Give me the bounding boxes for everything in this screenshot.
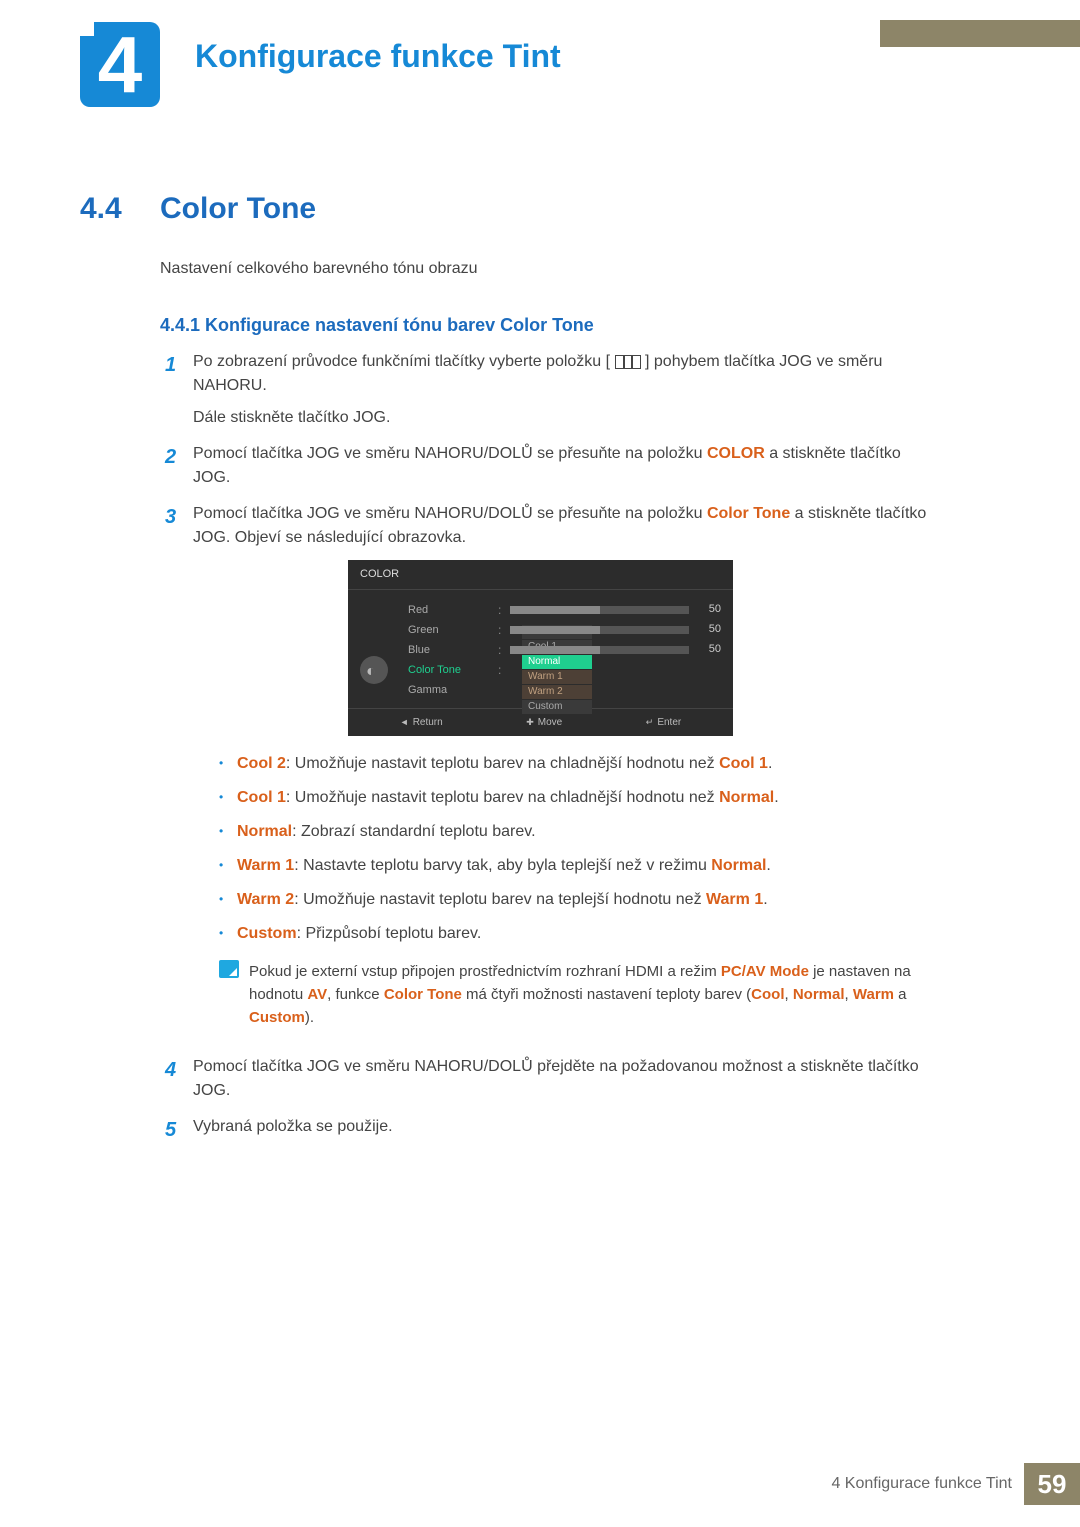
text: , bbox=[845, 986, 853, 1003]
step-body: Pomocí tlačítka JOG ve směru NAHORU/DOLŮ… bbox=[193, 1055, 935, 1103]
highlight: Normal bbox=[711, 857, 766, 874]
osd-option: Warm 2 bbox=[522, 685, 592, 699]
text: . bbox=[766, 857, 770, 874]
text: a bbox=[894, 986, 907, 1003]
section-title: Color Tone bbox=[160, 192, 316, 226]
palette-icon bbox=[360, 656, 388, 684]
text: : Přizpůsobí teplotu barev. bbox=[297, 925, 482, 942]
text: : Umožňuje nastavit teplotu barev na chl… bbox=[286, 789, 719, 806]
osd-label: Blue bbox=[408, 640, 498, 660]
chapter-title: Konfigurace funkce Tint bbox=[195, 38, 561, 75]
footer-text: 4 Konfigurace funkce Tint bbox=[831, 1475, 1012, 1493]
step-text: Pomocí tlačítka JOG ve směru NAHORU/DOLŮ… bbox=[193, 505, 707, 522]
step-number: 5 bbox=[165, 1115, 193, 1145]
osd-option: Warm 1 bbox=[522, 670, 592, 684]
highlight: Warm 1 bbox=[237, 857, 294, 874]
step-number: 2 bbox=[165, 442, 193, 490]
page-number: 59 bbox=[1024, 1463, 1080, 1505]
step-text: Dále stiskněte tlačítko JOG. bbox=[193, 409, 390, 426]
text: . bbox=[768, 755, 772, 772]
step-1: 1 Po zobrazení průvodce funkčními tlačít… bbox=[165, 350, 935, 430]
list-item: Normal: Zobrazí standardní teplotu barev… bbox=[219, 820, 935, 844]
step-2: 2 Pomocí tlačítka JOG ve směru NAHORU/DO… bbox=[165, 442, 935, 490]
list-item: Warm 1: Nastavte teplotu barvy tak, aby … bbox=[219, 854, 935, 878]
highlight: Normal bbox=[793, 986, 845, 1003]
text: : Umožňuje nastavit teplotu barev na tep… bbox=[294, 891, 706, 908]
highlight: Normal bbox=[237, 823, 292, 840]
osd-option-selected: Normal bbox=[522, 655, 592, 669]
highlight: Normal bbox=[719, 789, 774, 806]
page-footer: 4 Konfigurace funkce Tint 59 bbox=[831, 1463, 1080, 1505]
osd-labels: Red Green Blue Color Tone Gamma bbox=[408, 600, 498, 700]
osd-footer-move: Move bbox=[526, 715, 562, 730]
text: . bbox=[763, 891, 767, 908]
step-number: 4 bbox=[165, 1055, 193, 1103]
text: : Zobrazí standardní teplotu barev. bbox=[292, 823, 535, 840]
list-item: Warm 2: Umožňuje nastavit teplotu barev … bbox=[219, 888, 935, 912]
note-block: Pokud je externí vstup připojen prostřed… bbox=[219, 960, 935, 1030]
osd-value: 50 bbox=[697, 621, 721, 638]
list-item: Custom: Přizpůsobí teplotu barev. bbox=[219, 922, 935, 946]
steps-container: 1 Po zobrazení průvodce funkčními tlačít… bbox=[165, 350, 935, 1157]
osd-label: Green bbox=[408, 620, 498, 640]
highlight: COLOR bbox=[707, 445, 765, 462]
step-text: Po zobrazení průvodce funkčními tlačítky… bbox=[193, 353, 610, 370]
highlight: Custom bbox=[249, 1009, 305, 1026]
text: ). bbox=[305, 1009, 314, 1026]
highlight: Warm 1 bbox=[706, 891, 763, 908]
highlight: Color Tone bbox=[384, 986, 462, 1003]
step-text: Pomocí tlačítka JOG ve směru NAHORU/DOLŮ… bbox=[193, 445, 707, 462]
osd-values: :50 :50 :50 : Cool 2 Cool 1 Normal Warm … bbox=[498, 600, 721, 700]
osd-label: Red bbox=[408, 600, 498, 620]
chapter-number: 4 bbox=[98, 20, 143, 109]
step-4: 4 Pomocí tlačítka JOG ve směru NAHORU/DO… bbox=[165, 1055, 935, 1103]
osd-value: 50 bbox=[697, 601, 721, 618]
highlight: Cool bbox=[751, 986, 784, 1003]
subsection-title: 4.4.1 Konfigurace nastavení tónu barev C… bbox=[160, 315, 594, 336]
highlight: Color Tone bbox=[707, 505, 790, 522]
osd-options: Cool 2 Cool 1 Normal Warm 1 Warm 2 Custo… bbox=[522, 625, 592, 715]
bullet-list: Cool 2: Umožňuje nastavit teplotu barev … bbox=[219, 752, 935, 946]
osd-value: 50 bbox=[697, 641, 721, 658]
osd-option: Custom bbox=[522, 700, 592, 714]
note-icon bbox=[219, 960, 239, 978]
highlight: Cool 1 bbox=[237, 789, 286, 806]
highlight: Warm 2 bbox=[237, 891, 294, 908]
highlight: AV bbox=[307, 986, 327, 1003]
chapter-badge: 4 bbox=[80, 22, 160, 107]
step-body: Pomocí tlačítka JOG ve směru NAHORU/DOLŮ… bbox=[193, 442, 935, 490]
step-body: Po zobrazení průvodce funkčními tlačítky… bbox=[193, 350, 935, 430]
osd-screenshot: COLOR Red Green Blue Color Tone Gamma :5… bbox=[348, 560, 733, 736]
highlight: Cool 2 bbox=[237, 755, 286, 772]
osd-label-selected: Color Tone bbox=[408, 660, 498, 680]
header-tab bbox=[880, 20, 1080, 47]
osd-title: COLOR bbox=[348, 560, 733, 590]
text: , bbox=[785, 986, 793, 1003]
note-body: Pokud je externí vstup připojen prostřed… bbox=[249, 960, 935, 1030]
menu-icon bbox=[615, 355, 641, 369]
step-5: 5 Vybraná položka se použije. bbox=[165, 1115, 935, 1145]
section-number: 4.4 bbox=[80, 192, 122, 226]
osd-footer-return: Return bbox=[400, 715, 443, 730]
step-3: 3 Pomocí tlačítka JOG ve směru NAHORU/DO… bbox=[165, 502, 935, 1043]
text: : Umožňuje nastavit teplotu barev na chl… bbox=[286, 755, 719, 772]
list-item: Cool 1: Umožňuje nastavit teplotu barev … bbox=[219, 786, 935, 810]
step-number: 3 bbox=[165, 502, 193, 1043]
highlight: Cool 1 bbox=[719, 755, 768, 772]
step-body: Vybraná položka se použije. bbox=[193, 1115, 935, 1145]
text: Pokud je externí vstup připojen prostřed… bbox=[249, 963, 721, 980]
highlight: Warm bbox=[853, 986, 894, 1003]
text: . bbox=[774, 789, 778, 806]
osd-footer-enter: Enter bbox=[646, 715, 681, 730]
list-item: Cool 2: Umožňuje nastavit teplotu barev … bbox=[219, 752, 935, 776]
osd-label: Gamma bbox=[408, 680, 498, 700]
highlight: PC/AV Mode bbox=[721, 963, 809, 980]
section-intro: Nastavení celkového barevného tónu obraz… bbox=[160, 260, 478, 278]
step-number: 1 bbox=[165, 350, 193, 430]
text: má čtyři možnosti nastavení teploty bare… bbox=[462, 986, 751, 1003]
step-body: Pomocí tlačítka JOG ve směru NAHORU/DOLŮ… bbox=[193, 502, 935, 1043]
text: , funkce bbox=[327, 986, 384, 1003]
text: : Nastavte teplotu barvy tak, aby byla t… bbox=[294, 857, 711, 874]
highlight: Custom bbox=[237, 925, 297, 942]
